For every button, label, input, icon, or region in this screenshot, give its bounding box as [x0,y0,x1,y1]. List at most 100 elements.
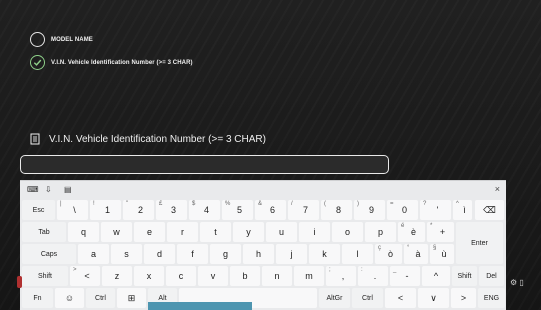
check-circle-icon [30,55,45,70]
key-secondary-label: é [401,223,405,229]
key-label: à [415,249,421,259]
key-row1-11[interactable]: = 0 [387,200,418,220]
key-label: ⊞ [127,292,136,303]
key-row5-7[interactable]: Ctrl [352,288,383,308]
key-label: k [322,249,327,259]
key-row1-14[interactable]: ⌫ [475,200,504,220]
key-row3-3[interactable]: d [144,244,175,264]
key-row1-1[interactable]: | \ [57,200,88,220]
key-row1-4[interactable]: £3 [156,200,187,220]
key-row5-3[interactable]: ⊞ [117,288,146,308]
key-row1-9[interactable]: (8 [321,200,352,220]
step-model-name[interactable]: MODEL NAME [30,32,93,47]
key-label: AltGr [326,294,343,302]
key-secondary-label: " [126,201,129,207]
key-row1-12[interactable]: ? ' [420,200,451,220]
key-row4-6[interactable]: b [230,266,260,286]
key-row2-10[interactable]: p [365,222,396,242]
field-title: V.I.N. Vehicle Identification Number (>=… [30,133,266,145]
key-row1-6[interactable]: % 5 [222,200,253,220]
key-row4-5[interactable]: v [198,266,228,286]
vin-input[interactable] [20,155,389,174]
key-row1-10[interactable]: ) 9 [354,200,385,220]
key-row1-3[interactable]: " 2 [123,200,154,220]
dock-icon[interactable]: ⇩ [45,185,52,194]
key-row2-4[interactable]: r [167,222,198,242]
key-row5-0[interactable]: Fn [22,288,53,308]
step-vin[interactable]: V.I.N. Vehicle Identification Number (>=… [30,55,193,70]
key-row1-5[interactable]: $4 [189,200,220,220]
key-label: o [344,227,350,237]
close-icon[interactable]: × [495,184,500,194]
key-row3-10[interactable]: çò [375,244,402,264]
key-row5-10[interactable]: > [451,288,476,308]
key-row4-14[interactable]: Del [479,266,504,286]
key-label: Tab [38,228,50,236]
key-row3-7[interactable]: j [276,244,307,264]
key-row2-0[interactable]: Tab [22,222,66,242]
key-row2-2[interactable]: w [101,222,132,242]
key-row3-1[interactable]: a [78,244,109,264]
key-row4-12[interactable]: ^ [422,266,450,286]
key-row2-8[interactable]: i [299,222,330,242]
key-row2-1[interactable]: q [68,222,99,242]
key-row3-6[interactable]: h [243,244,274,264]
key-row3-9[interactable]: l [342,244,373,264]
key-label: m [305,271,313,281]
key-row4-13[interactable]: Shift [452,266,477,286]
key-row2-7[interactable]: u [266,222,297,242]
key-row5-2[interactable]: Ctrl [86,288,115,308]
key-label: ⌫ [483,204,496,215]
keyboard-layout-icon[interactable]: ⌨ [27,185,39,194]
key-secondary-label: ° [407,245,410,251]
key-row4-9[interactable]: ;, [326,266,356,286]
key-enter[interactable]: Enter [456,222,503,264]
key-label: g [222,249,228,259]
clipboard-icon[interactable]: ▤ [64,185,72,194]
key-row-5: Fn ☺ Ctrl ⊞ Alt AltGr Ctrl < ∨ > ENG [20,288,506,310]
key-label: ^ [433,271,439,281]
key-row2-5[interactable]: t [200,222,231,242]
key-row4-11[interactable]: _ - [390,266,420,286]
key-row1-8[interactable]: /7 [288,200,319,220]
key-row2-6[interactable]: y [233,222,264,242]
key-row3-11[interactable]: ° à [404,244,428,264]
key-label: f [191,249,194,259]
key-row1-2[interactable]: ! 1 [90,200,121,220]
key-label: 6 [269,205,275,215]
key-row4-3[interactable]: x [134,266,164,286]
key-row2-3[interactable]: e [134,222,165,242]
key-label: s [124,249,129,259]
key-row1-13[interactable]: ^ ì [453,200,472,220]
key-row2-9[interactable]: o [332,222,363,242]
edge-marker [17,276,22,288]
key-row3-4[interactable]: f [177,244,208,264]
key-row3-8[interactable]: k [309,244,340,264]
key-row1-7[interactable]: & 6 [255,200,286,220]
key-row4-0[interactable]: Shift [22,266,68,286]
key-row5-1[interactable]: ☺ [55,288,84,308]
key-row4-8[interactable]: m [294,266,324,286]
key-secondary-label: ç [378,245,381,251]
key-label: - [405,271,409,281]
key-secondary-label: > [73,267,77,273]
key-row5-6[interactable]: AltGr [319,288,350,308]
key-row4-10[interactable]: :. [358,266,388,286]
key-row2-11[interactable]: éè [398,222,425,242]
key-row4-2[interactable]: z [102,266,132,286]
key-row3-5[interactable]: g [210,244,241,264]
key-row4-4[interactable]: c [166,266,196,286]
status-icons: ⚙ ▯ [510,278,524,287]
key-label: Fn [33,294,42,302]
key-row5-9[interactable]: ∨ [418,288,449,308]
key-row4-7[interactable]: n [262,266,292,286]
key-row5-11[interactable]: ENG [478,288,505,308]
key-row2-12[interactable]: * + [427,222,454,242]
key-row4-1[interactable]: > < [70,266,100,286]
key-row3-12[interactable]: § ù [430,244,454,264]
key-row3-0[interactable]: Caps [22,244,76,264]
key-row1-0[interactable]: Esc [22,200,55,220]
key-label: 7 [302,205,308,215]
key-row3-2[interactable]: s [111,244,142,264]
key-row5-8[interactable]: < [385,288,416,308]
